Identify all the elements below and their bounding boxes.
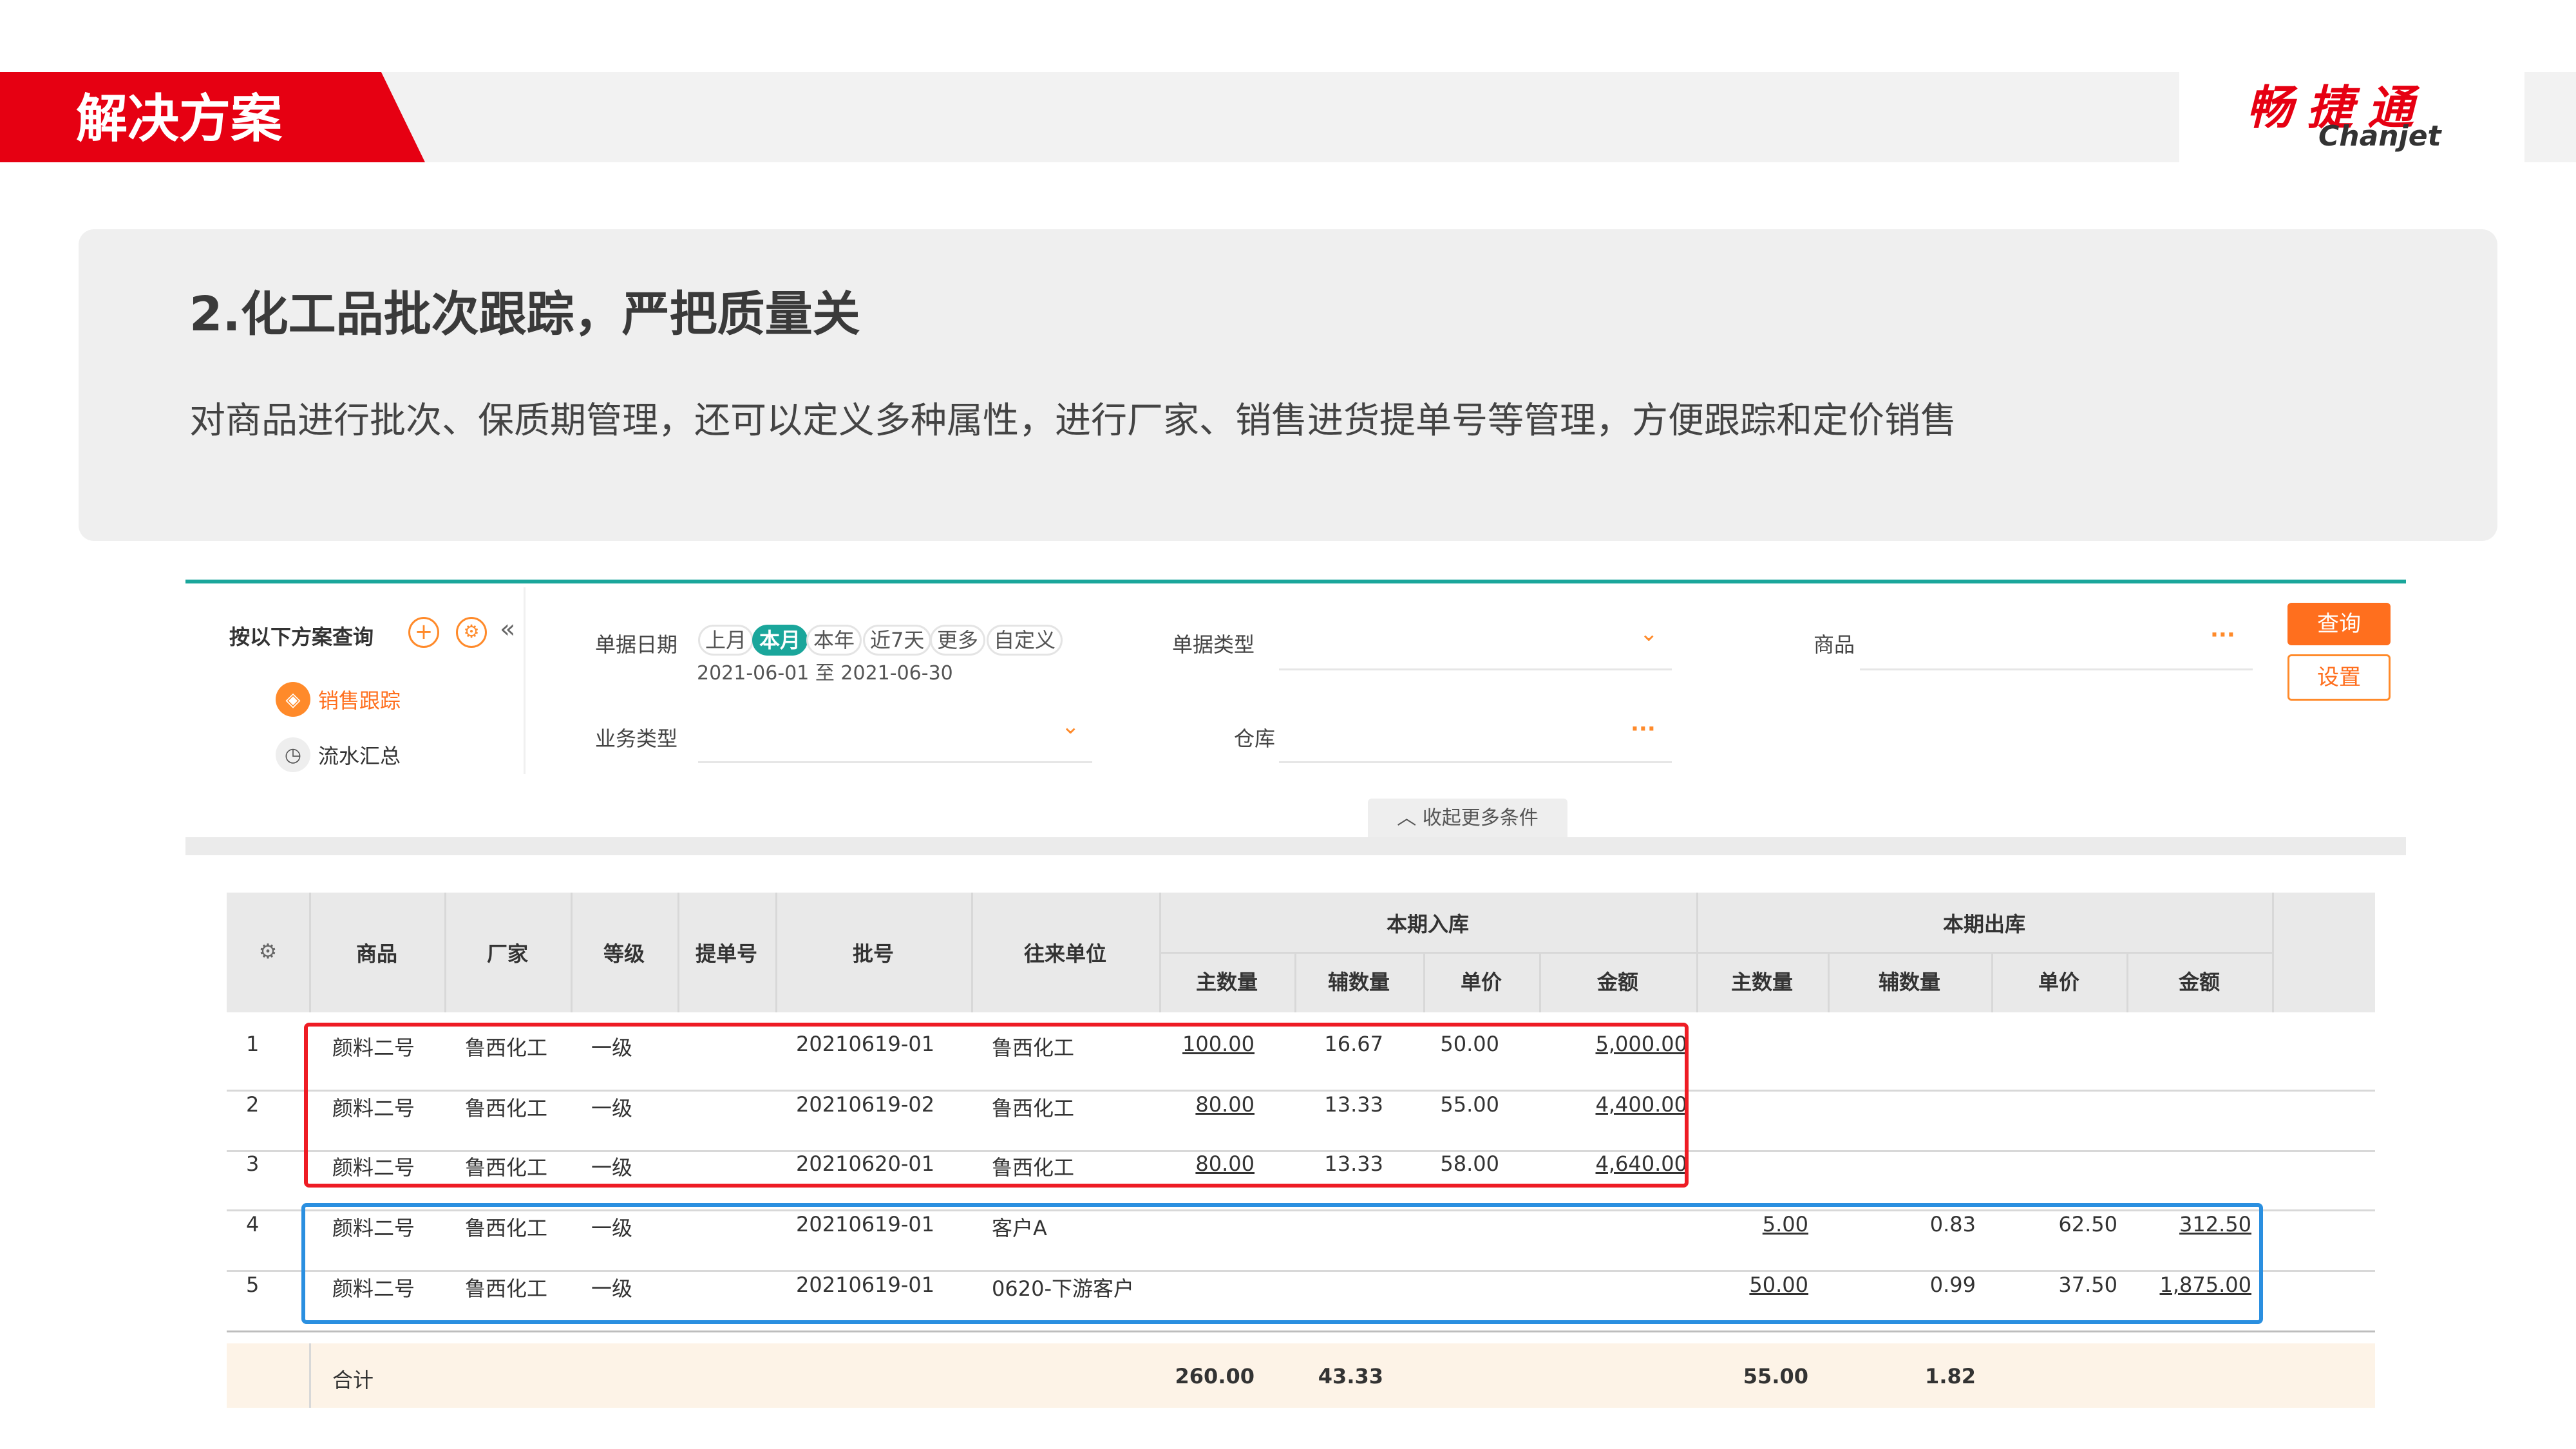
row-number: 5 bbox=[246, 1273, 260, 1297]
chevron-up-icon: ︿ bbox=[1397, 807, 1423, 829]
collapse-more-label: 收起更多条件 bbox=[1422, 807, 1539, 829]
col-in-aux[interactable]: 辅数量 bbox=[1294, 966, 1423, 996]
grid-line bbox=[1159, 952, 2272, 954]
scheme-item-sales-tracking[interactable]: ◈ 销售跟踪 bbox=[276, 681, 401, 717]
clock-icon: ◷ bbox=[276, 737, 310, 772]
period-last-7-days[interactable]: 近7天 bbox=[863, 625, 932, 656]
col-out-aux[interactable]: 辅数量 bbox=[1828, 966, 1991, 996]
date-range: 2021-06-01 至 2021-06-30 bbox=[697, 662, 953, 685]
collapse-more-button[interactable]: ︿ 收起更多条件 bbox=[1368, 799, 1567, 838]
total-in-qty: 260.00 bbox=[1175, 1364, 1255, 1388]
col-batch-no[interactable]: 批号 bbox=[775, 938, 971, 967]
more-dots-icon[interactable]: ··· bbox=[1631, 716, 1656, 742]
product-label: 商品 bbox=[1814, 632, 1855, 657]
grid-line bbox=[571, 893, 573, 1012]
outbound-highlight-box bbox=[301, 1203, 2263, 1324]
inbound-highlight-box bbox=[304, 1023, 1689, 1188]
col-group-inbound: 本期入库 bbox=[1386, 912, 1469, 936]
period-custom[interactable]: 自定义 bbox=[987, 625, 1063, 656]
col-out-price[interactable]: 单价 bbox=[1991, 966, 2126, 996]
total-in-aux: 43.33 bbox=[1318, 1364, 1383, 1388]
grid-line bbox=[1991, 952, 1993, 1012]
period-this-year[interactable]: 本年 bbox=[806, 625, 862, 656]
brand-logo-en: Chanjet bbox=[2318, 120, 2441, 153]
chevron-down-icon[interactable]: ⌄ bbox=[1061, 714, 1080, 739]
warehouse-input[interactable] bbox=[1279, 761, 1672, 763]
grid-line bbox=[309, 1343, 311, 1408]
business-type-label: 业务类型 bbox=[595, 726, 678, 751]
header-band-right bbox=[2524, 72, 2576, 162]
row-number: 4 bbox=[246, 1212, 260, 1236]
grid-line bbox=[1828, 952, 1830, 1012]
scheme-panel-title: 按以下方案查询 bbox=[229, 625, 374, 649]
grid-line bbox=[444, 893, 446, 1012]
intro-description: 对商品进行批次、保质期管理，还可以定义多种属性，进行厂家、销售进货提单号等管理，… bbox=[189, 400, 1956, 442]
plus-icon[interactable]: + bbox=[408, 617, 439, 648]
total-row: 合计 260.00 43.33 55.00 1.82 bbox=[227, 1343, 2375, 1408]
col-product[interactable]: 商品 bbox=[309, 938, 444, 967]
row-divider bbox=[227, 1331, 2375, 1332]
period-more[interactable]: 更多 bbox=[930, 625, 986, 656]
gear-icon[interactable]: ⚙ bbox=[456, 617, 487, 648]
grid-line bbox=[1539, 952, 1541, 1012]
row-number: 3 bbox=[246, 1151, 260, 1176]
query-button[interactable]: 查询 bbox=[2287, 603, 2391, 645]
period-this-month[interactable]: 本月 bbox=[752, 625, 808, 656]
grid-line bbox=[775, 893, 777, 1012]
total-out-qty: 55.00 bbox=[1743, 1364, 1808, 1388]
grid-line bbox=[677, 893, 679, 1012]
product-input[interactable] bbox=[1860, 668, 2253, 670]
col-in-price[interactable]: 单价 bbox=[1423, 966, 1539, 996]
intro-title: 2.化工品批次跟踪，严把质量关 bbox=[189, 287, 860, 342]
total-out-aux: 1.82 bbox=[1925, 1364, 1976, 1388]
col-group-outbound: 本期出库 bbox=[1942, 912, 2025, 936]
grid-line bbox=[971, 893, 973, 1012]
more-dots-icon[interactable]: ··· bbox=[2210, 622, 2235, 648]
col-maker[interactable]: 厂家 bbox=[444, 938, 571, 967]
section-divider bbox=[185, 837, 2406, 855]
grid-line bbox=[1423, 952, 1425, 1012]
double-chevron-left-icon[interactable]: « bbox=[500, 614, 515, 644]
scheme-panel: 按以下方案查询 + ⚙ « ◈ 销售跟踪 ◷ 流水汇总 bbox=[191, 587, 526, 774]
col-out-amount[interactable]: 金额 bbox=[2126, 966, 2272, 996]
grid-line bbox=[1294, 952, 1296, 1012]
grid-line bbox=[309, 893, 311, 1012]
col-out-qty[interactable]: 主数量 bbox=[1696, 966, 1828, 996]
column-settings-icon[interactable]: ⚙ bbox=[227, 939, 309, 963]
col-in-amount[interactable]: 金额 bbox=[1539, 966, 1696, 996]
grid-line bbox=[2272, 893, 2274, 1012]
warehouse-label: 仓库 bbox=[1234, 726, 1276, 751]
grid-line bbox=[2126, 952, 2128, 1012]
doc-date-label: 单据日期 bbox=[595, 632, 678, 657]
total-label: 合计 bbox=[332, 1368, 374, 1392]
row-number: 1 bbox=[246, 1032, 260, 1056]
row-number: 2 bbox=[246, 1092, 260, 1117]
cube-icon: ◈ bbox=[276, 682, 310, 717]
doc-type-select[interactable] bbox=[1279, 668, 1672, 670]
business-type-select[interactable] bbox=[698, 761, 1092, 763]
col-grade[interactable]: 等级 bbox=[571, 938, 677, 967]
col-in-qty[interactable]: 主数量 bbox=[1159, 966, 1294, 996]
col-partner[interactable]: 往来单位 bbox=[971, 938, 1159, 967]
section-title: 解决方案 bbox=[76, 89, 282, 149]
doc-type-label: 单据类型 bbox=[1172, 632, 1255, 657]
scheme-item-flow-summary[interactable]: ◷ 流水汇总 bbox=[276, 737, 401, 773]
col-bill-no[interactable]: 提单号 bbox=[677, 938, 775, 967]
settings-button[interactable]: 设置 bbox=[2287, 654, 2391, 701]
scheme-item-label: 销售跟踪 bbox=[318, 688, 401, 713]
period-last-month[interactable]: 上月 bbox=[698, 625, 754, 656]
scheme-item-label: 流水汇总 bbox=[318, 744, 401, 768]
chevron-down-icon[interactable]: ⌄ bbox=[1640, 621, 1658, 647]
